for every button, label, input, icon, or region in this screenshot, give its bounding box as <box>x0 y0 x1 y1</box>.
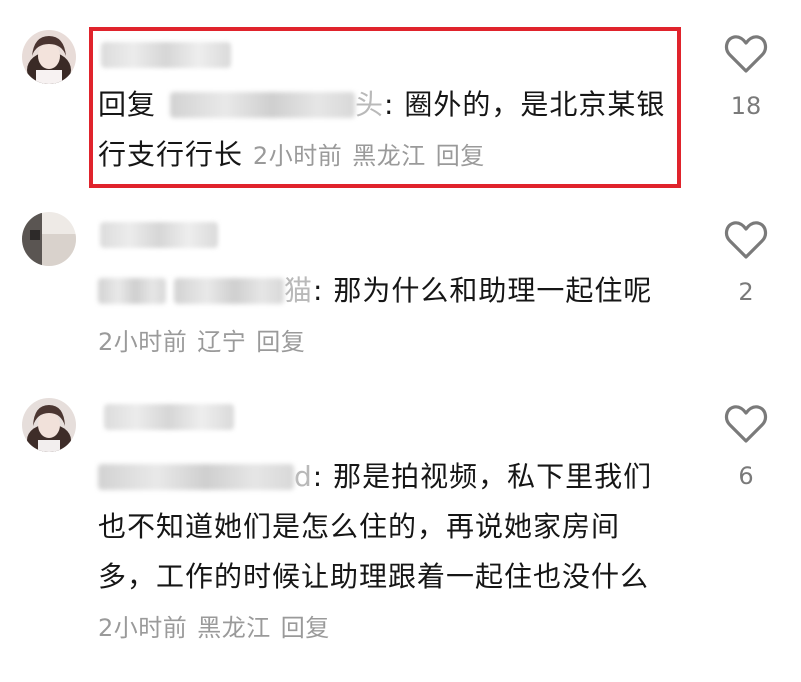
comment-body: 回复 头: 圈外的，是北京某银行支行行长 2小时前 黑龙江 回复 <box>98 80 668 181</box>
reply-target[interactable]: 猫 <box>284 274 313 307</box>
reply-target[interactable]: 头 <box>355 88 384 121</box>
heart-outline-icon[interactable] <box>724 220 768 260</box>
avatar[interactable] <box>22 212 76 266</box>
like-area: 18 <box>716 34 776 120</box>
username-blurred[interactable] <box>104 404 234 430</box>
reply-target-blurred[interactable] <box>98 464 294 490</box>
heart-outline-icon[interactable] <box>724 34 768 74</box>
username-blurred[interactable] <box>100 222 218 248</box>
comment-meta: 2小时前 辽宁 回复 <box>98 328 315 356</box>
like-area: 6 <box>716 404 776 490</box>
reply-prefix: 回复 <box>98 88 157 121</box>
comment-body: 回复 猫: 那为什么和助理一起住呢 2小时前辽宁回复 <box>98 266 668 367</box>
reply-button[interactable]: 回复 <box>436 142 485 170</box>
reply-button[interactable]: 回复 <box>281 614 330 642</box>
username-blurred[interactable] <box>101 42 231 68</box>
avatar[interactable] <box>22 398 76 452</box>
avatar[interactable] <box>22 30 76 84</box>
comment-text: : 那为什么和助理一起住呢 <box>313 274 653 307</box>
comment-location: 黑龙江 <box>197 614 271 642</box>
like-count: 18 <box>730 92 762 120</box>
reply-button[interactable]: 回复 <box>256 328 305 356</box>
heart-outline-icon[interactable] <box>724 404 768 444</box>
comment-meta: 2小时前 黑龙江 回复 <box>98 614 340 642</box>
comment-time: 2小时前 <box>252 142 343 170</box>
comment-list: 回复头: 圈外的，是北京某银行支行行长 2小时前黑龙江回复 18 回复猫: 那为… <box>0 0 801 682</box>
reply-target[interactable]: d <box>294 460 313 493</box>
comment-time: 2小时前 <box>98 328 188 356</box>
like-area: 2 <box>716 220 776 306</box>
reply-prefix-blurred <box>98 278 166 304</box>
comment-time: 2小时前 <box>98 614 188 642</box>
comment-location: 黑龙江 <box>352 142 426 170</box>
reply-target-blurred[interactable] <box>170 92 356 118</box>
like-count: 2 <box>738 278 754 306</box>
comment-body: d: 那是拍视频，私下里我们也不知道她们是怎么住的，再说她家房间多，工作的时候让… <box>98 452 668 653</box>
like-count: 6 <box>738 462 754 490</box>
comment-meta: 2小时前 黑龙江 回复 <box>253 142 495 170</box>
reply-target-blurred[interactable] <box>174 278 284 304</box>
comment-location: 辽宁 <box>197 328 247 356</box>
